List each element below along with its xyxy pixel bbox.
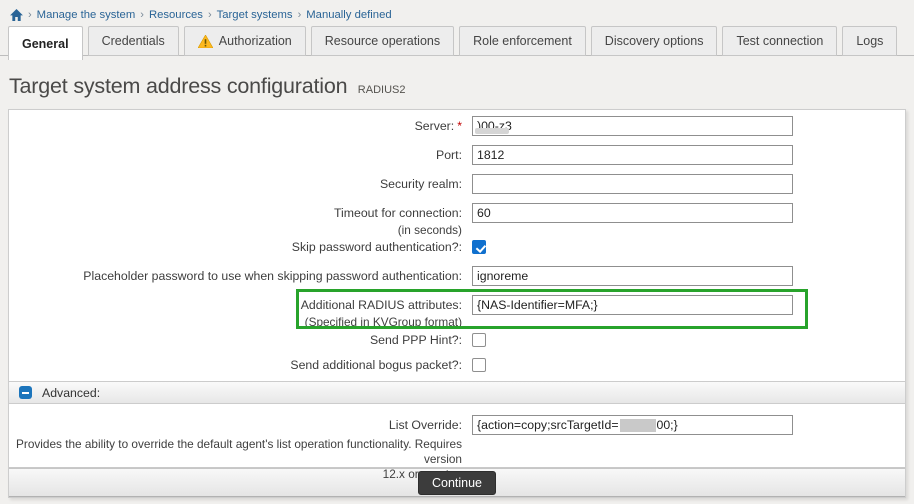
continue-button[interactable]: Continue (417, 470, 497, 495)
send-bogus-packet-checkbox[interactable] (472, 358, 486, 372)
send-ppp-hint-checkbox[interactable] (472, 333, 486, 347)
breadcrumb-link-target-systems[interactable]: Target systems (217, 9, 293, 21)
form-row-radius-attributes: Additional RADIUS attributes: (Specified… (9, 295, 905, 329)
breadcrumb: › Manage the system › Resources › Target… (0, 0, 914, 24)
breadcrumb-separator: › (207, 8, 212, 21)
form-row-send-bogus-packet: Send additional bogus packet?: (9, 357, 905, 373)
tab-discovery-options[interactable]: Discovery options (590, 26, 718, 56)
radius-attributes-input[interactable] (472, 295, 793, 315)
breadcrumb-separator: › (28, 8, 32, 21)
field-label-send-ppp-hint: Send PPP Hint?: (369, 333, 462, 347)
tab-credentials[interactable]: Credentials (87, 26, 179, 56)
breadcrumb-link-manually-defined[interactable]: Manually defined (306, 9, 391, 21)
collapse-minus-icon[interactable] (19, 386, 32, 399)
breadcrumb-link-manage-the-system[interactable]: Manage the system (37, 9, 136, 21)
target-system-name: RADIUS2 (357, 84, 406, 96)
form-row-security-realm: Security realm: (9, 174, 905, 194)
tab-role-enforcement[interactable]: Role enforcement (459, 26, 586, 56)
field-label-list-override: List Override: (388, 418, 462, 432)
advanced-label: Advanced: (42, 385, 101, 400)
list-override-input[interactable]: {action=copy;srcTargetId= 00;} (472, 415, 793, 435)
form-row-placeholder-password: Placeholder password to use when skippin… (9, 266, 905, 286)
field-label-timeout: Timeout for connection: (333, 206, 462, 220)
tab-test-connection[interactable]: Test connection (722, 26, 838, 56)
form-row-timeout: Timeout for connection: (in seconds) (9, 203, 905, 237)
field-sublabel-radius-attributes: (Specified in KVGroup format) (304, 314, 462, 329)
port-input[interactable] (472, 145, 793, 165)
field-label-security-realm: Security realm: (379, 177, 462, 191)
redaction-patch (475, 128, 509, 134)
security-realm-input[interactable] (472, 174, 793, 194)
tab-authorization[interactable]: Authorization (183, 26, 306, 56)
placeholder-password-input[interactable] (472, 266, 793, 286)
tab-general[interactable]: General (8, 26, 83, 60)
advanced-section-header[interactable]: Advanced: (9, 381, 905, 404)
page-title: Target system address configuration RADI… (9, 74, 406, 98)
field-label-server: Server: (414, 119, 455, 133)
breadcrumb-link-resources[interactable]: Resources (149, 9, 203, 21)
form-row-skip-password-auth: Skip password authentication?: (9, 239, 905, 255)
field-label-placeholder-password: Placeholder password to use when skippin… (83, 269, 462, 283)
skip-password-auth-checkbox[interactable] (472, 240, 486, 254)
breadcrumb-separator: › (140, 8, 144, 21)
form-row-list-override: List Override: Provides the ability to o… (9, 404, 905, 481)
timeout-input[interactable] (472, 203, 793, 223)
tab-logs[interactable]: Logs (842, 26, 898, 56)
form-panel: Server:* Port: Security realm: Timeout f… (8, 109, 906, 498)
field-label-send-bogus-packet: Send additional bogus packet?: (290, 358, 462, 372)
breadcrumb-separator: › (297, 8, 302, 21)
home-icon[interactable] (10, 8, 23, 21)
form-rows: Server:* Port: Security realm: Timeout f… (9, 110, 905, 381)
required-asterisk: * (457, 119, 462, 133)
warning-icon (197, 34, 213, 48)
server-input[interactable] (472, 116, 793, 136)
tab-bar: General Credentials Authorization Resour… (0, 26, 914, 60)
form-row-send-ppp-hint: Send PPP Hint?: (9, 332, 905, 348)
field-sublabel-timeout: (in seconds) (397, 222, 462, 237)
field-label-skip-password-auth: Skip password authentication?: (291, 240, 462, 254)
form-row-server: Server: * (9, 116, 905, 136)
form-row-port: Port: (9, 145, 905, 165)
tab-resource-operations[interactable]: Resource operations (310, 26, 455, 56)
redaction-patch (619, 418, 656, 432)
list-override-description: Provides the ability to override the def… (16, 436, 462, 482)
field-label-radius-attributes: Additional RADIUS attributes: (300, 298, 462, 312)
field-label-port: Port: (436, 148, 462, 162)
